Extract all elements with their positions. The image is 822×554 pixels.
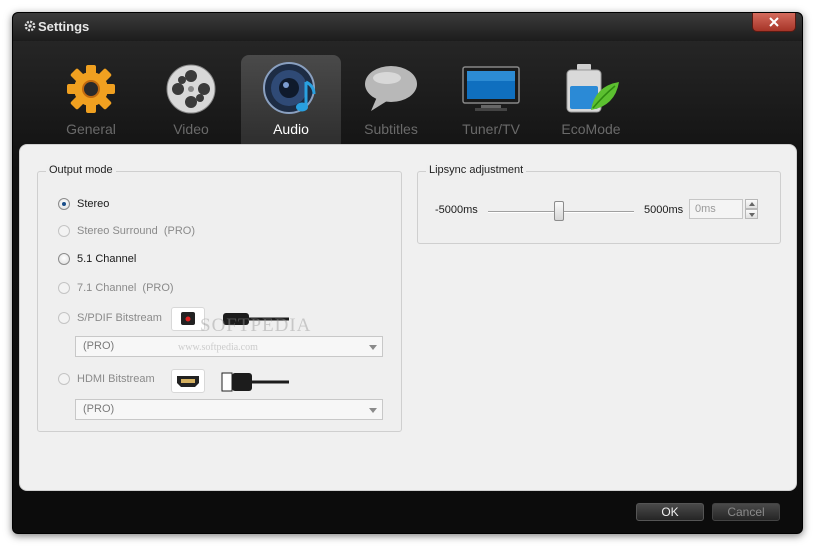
- tab-label: EcoMode: [561, 121, 621, 137]
- radio-label: HDMI Bitstream: [77, 373, 155, 385]
- battery-leaf-icon: [566, 64, 619, 113]
- tab-label: Subtitles: [364, 121, 418, 137]
- chevron-down-icon: [369, 345, 377, 350]
- close-button[interactable]: [752, 13, 796, 32]
- radio-hdmi-bitstream: HDMI Bitstream: [58, 373, 155, 385]
- output-mode-title: Output mode: [46, 164, 116, 176]
- tab-label: Audio: [273, 121, 309, 137]
- watermark-brand: SOFTPEDIA: [200, 315, 312, 336]
- lipsync-input[interactable]: 0ms: [689, 199, 743, 219]
- tab-video[interactable]: Video: [141, 55, 241, 145]
- radio-button: [58, 282, 70, 294]
- lipsync-slider-thumb[interactable]: [554, 201, 564, 221]
- radio-button: [58, 312, 70, 324]
- settings-panel: Output mode Stereo Stereo Surround (PRO)…: [19, 144, 797, 491]
- tab-tuner-tv[interactable]: Tuner/TV: [441, 55, 541, 145]
- spin-down-button[interactable]: [745, 209, 758, 219]
- settings-tabs: General Video Audio Subtitles Tuner/TV E…: [41, 55, 781, 145]
- tab-label: General: [66, 121, 116, 137]
- tab-label: Video: [173, 121, 209, 137]
- chevron-up-icon: [749, 202, 755, 206]
- film-reel-icon: [166, 64, 216, 114]
- radio-label: Stereo Surround (PRO): [77, 225, 195, 237]
- ok-button[interactable]: OK: [636, 503, 704, 521]
- radio-label: Stereo: [77, 198, 110, 210]
- settings-window: Settings General Video Audio Subtitles T…: [12, 12, 803, 534]
- spdif-select-value: (PRO): [83, 340, 115, 352]
- radio-button: [58, 225, 70, 237]
- radio-label: 7.1 Channel (PRO): [77, 282, 174, 294]
- lipsync-group: Lipsync adjustment -5000ms 5000ms 0ms: [417, 164, 781, 244]
- close-icon: [769, 17, 779, 27]
- radio-spdif-bitstream: S/PDIF Bitstream: [58, 312, 162, 324]
- speech-bubble-icon: [365, 66, 417, 111]
- radio-label: S/PDIF Bitstream: [77, 312, 162, 324]
- radio-button[interactable]: [58, 253, 70, 265]
- tv-icon: [462, 66, 520, 111]
- radio-label: 5.1 Channel: [77, 253, 137, 265]
- tab-audio[interactable]: Audio: [241, 55, 341, 145]
- cancel-button[interactable]: Cancel: [712, 503, 780, 521]
- tab-label: Tuner/TV: [462, 121, 520, 137]
- chevron-down-icon: [749, 213, 755, 217]
- tab-ecomode[interactable]: EcoMode: [541, 55, 641, 145]
- lipsync-max-label: 5000ms: [644, 204, 684, 216]
- gear-icon: [24, 20, 36, 32]
- radio-button[interactable]: [58, 198, 70, 210]
- radio-stereo-surround: Stereo Surround (PRO): [58, 225, 195, 237]
- title-bar[interactable]: Settings: [13, 13, 802, 41]
- radio-7-1-channel: 7.1 Channel (PRO): [58, 282, 174, 294]
- watermark-url: www.softpedia.com: [178, 342, 258, 353]
- hdmi-select-value: (PRO): [83, 403, 115, 415]
- window-title: Settings: [38, 19, 90, 34]
- radio-button: [58, 373, 70, 385]
- chevron-down-icon: [369, 408, 377, 413]
- spin-up-button[interactable]: [745, 199, 758, 209]
- radio-stereo[interactable]: Stereo: [58, 198, 109, 210]
- hdmi-cable-icon: [221, 372, 289, 392]
- output-mode-group: Output mode Stereo Stereo Surround (PRO)…: [37, 164, 402, 432]
- hdmi-port-icon: [171, 369, 205, 393]
- tab-subtitles[interactable]: Subtitles: [341, 55, 441, 145]
- lipsync-title: Lipsync adjustment: [426, 164, 527, 176]
- tab-general[interactable]: General: [41, 55, 141, 145]
- speaker-music-icon: [263, 62, 316, 114]
- radio-5-1-channel[interactable]: 5.1 Channel: [58, 253, 136, 265]
- lipsync-min-label: -5000ms: [435, 204, 478, 216]
- gear-icon: [67, 65, 115, 113]
- hdmi-select: (PRO): [75, 399, 383, 420]
